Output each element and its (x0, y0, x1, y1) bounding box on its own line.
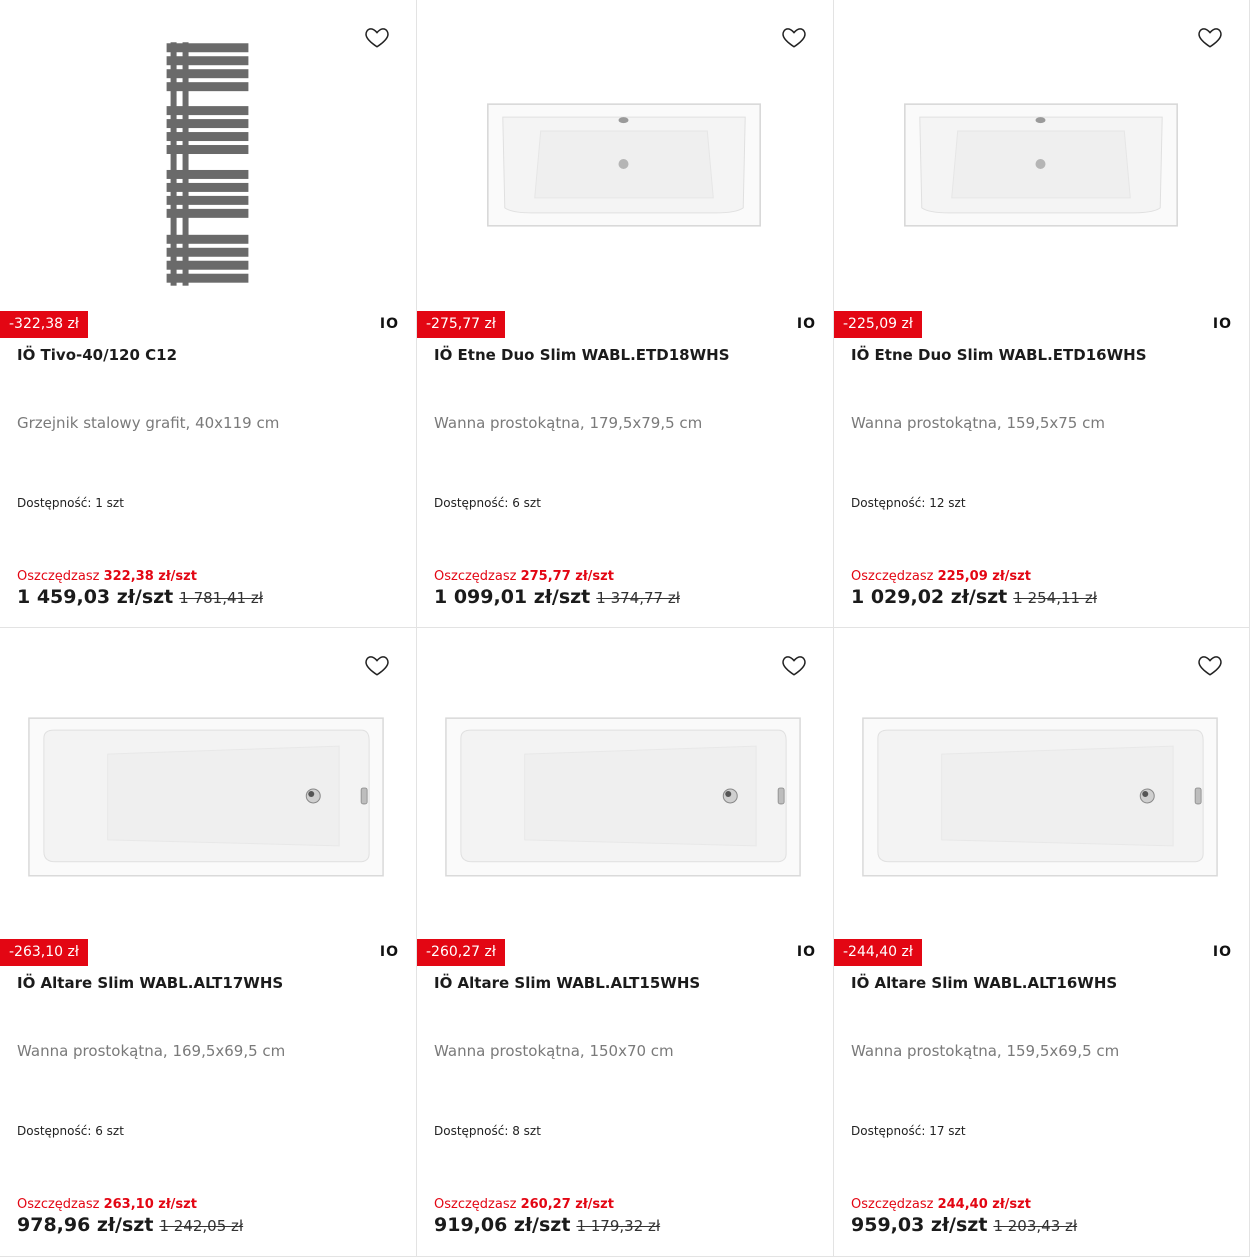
price-row: 1 099,01 zł/szt 1 374,77 zł (434, 586, 680, 608)
product-description: Wanna prostokątna, 150x70 cm (434, 1042, 674, 1060)
savings-label: Oszczędzasz (17, 1197, 100, 1212)
product-card[interactable]: -260,27 zł IO IÖ Altare Slim WABL.ALT15W… (417, 628, 834, 1257)
discount-badge: -263,10 zł (0, 939, 88, 966)
current-price: 1 029,02 zł/szt (851, 586, 1008, 608)
product-description: Grzejnik stalowy grafit, 40x119 cm (17, 414, 280, 432)
availability-text: Dostępność: 6 szt (434, 496, 541, 510)
product-image-bathtub[interactable] (834, 628, 1249, 938)
savings-text: Oszczędzasz 244,40 zł/szt (851, 1197, 1031, 1212)
product-title[interactable]: IÖ Tivo-40/120 C12 (17, 346, 400, 364)
savings-text: Oszczędzasz 260,27 zł/szt (434, 1197, 614, 1212)
discount-badge: -244,40 zł (834, 939, 922, 966)
product-title[interactable]: IÖ Altare Slim WABL.ALT15WHS (434, 974, 817, 992)
discount-badge: -260,27 zł (417, 939, 505, 966)
price-row: 1 029,02 zł/szt 1 254,11 zł (851, 586, 1097, 608)
price-row: 919,06 zł/szt 1 179,32 zł (434, 1214, 660, 1236)
savings-text: Oszczędzasz 225,09 zł/szt (851, 569, 1031, 584)
old-price: 1 179,32 zł (576, 1217, 661, 1235)
product-card[interactable]: -263,10 zł IO IÖ Altare Slim WABL.ALT17W… (0, 628, 417, 1257)
savings-amount: 225,09 zł/szt (937, 569, 1031, 584)
product-card[interactable]: -225,09 zł IO IÖ Etne Duo Slim WABL.ETD1… (834, 0, 1250, 628)
savings-text: Oszczędzasz 322,38 zł/szt (17, 569, 197, 584)
availability-text: Dostępność: 17 szt (851, 1124, 966, 1138)
product-description: Wanna prostokątna, 169,5x69,5 cm (17, 1042, 286, 1060)
product-card[interactable]: -244,40 zł IO IÖ Altare Slim WABL.ALT16W… (834, 628, 1250, 1257)
savings-label: Oszczędzasz (851, 1197, 934, 1212)
product-grid: -322,38 zł IO IÖ Tivo-40/120 C12 Grzejni… (0, 0, 1250, 1257)
product-description: Wanna prostokątna, 179,5x79,5 cm (434, 414, 703, 432)
brand-logo: IO (796, 316, 816, 332)
savings-amount: 244,40 zł/szt (937, 1197, 1031, 1212)
product-title[interactable]: IÖ Altare Slim WABL.ALT16WHS (851, 974, 1233, 992)
old-price: 1 242,05 zł (159, 1217, 244, 1235)
availability-text: Dostępność: 8 szt (434, 1124, 541, 1138)
product-image-bathtub[interactable] (834, 0, 1249, 310)
heart-icon[interactable] (781, 652, 807, 678)
savings-label: Oszczędzasz (434, 1197, 517, 1212)
product-image-bathtub[interactable] (417, 0, 833, 310)
product-description: Wanna prostokątna, 159,5x75 cm (851, 414, 1105, 432)
heart-icon[interactable] (781, 24, 807, 50)
discount-badge: -225,09 zł (834, 311, 922, 338)
product-title[interactable]: IÖ Altare Slim WABL.ALT17WHS (17, 974, 400, 992)
current-price: 978,96 zł/szt (17, 1214, 154, 1236)
brand-logo: IO (1212, 316, 1232, 332)
product-title[interactable]: IÖ Etne Duo Slim WABL.ETD18WHS (434, 346, 817, 364)
savings-amount: 263,10 zł/szt (103, 1197, 197, 1212)
savings-amount: 322,38 zł/szt (103, 569, 197, 584)
product-image-radiator[interactable] (0, 0, 416, 310)
old-price: 1 254,11 zł (1013, 589, 1097, 607)
current-price: 1 459,03 zł/szt (17, 586, 174, 608)
savings-label: Oszczędzasz (17, 569, 100, 584)
current-price: 1 099,01 zł/szt (434, 586, 591, 608)
current-price: 919,06 zł/szt (434, 1214, 571, 1236)
availability-text: Dostępność: 12 szt (851, 496, 966, 510)
savings-amount: 275,77 zł/szt (520, 569, 614, 584)
current-price: 959,03 zł/szt (851, 1214, 988, 1236)
availability-text: Dostępność: 1 szt (17, 496, 124, 510)
product-card[interactable]: -322,38 zł IO IÖ Tivo-40/120 C12 Grzejni… (0, 0, 417, 628)
heart-icon[interactable] (1197, 652, 1223, 678)
product-image-bathtub[interactable] (0, 628, 416, 938)
savings-label: Oszczędzasz (851, 569, 934, 584)
product-title[interactable]: IÖ Etne Duo Slim WABL.ETD16WHS (851, 346, 1233, 364)
brand-logo: IO (379, 944, 399, 960)
product-card[interactable]: -275,77 zł IO IÖ Etne Duo Slim WABL.ETD1… (417, 0, 834, 628)
brand-logo: IO (379, 316, 399, 332)
old-price: 1 374,77 zł (596, 589, 680, 607)
product-image-bathtub[interactable] (417, 628, 833, 938)
old-price: 1 203,43 zł (993, 1217, 1078, 1235)
heart-icon[interactable] (364, 652, 390, 678)
availability-text: Dostępność: 6 szt (17, 1124, 124, 1138)
brand-logo: IO (796, 944, 816, 960)
discount-badge: -322,38 zł (0, 311, 88, 338)
savings-text: Oszczędzasz 275,77 zł/szt (434, 569, 614, 584)
price-row: 1 459,03 zł/szt 1 781,41 zł (17, 586, 263, 608)
price-row: 959,03 zł/szt 1 203,43 zł (851, 1214, 1077, 1236)
product-description: Wanna prostokątna, 159,5x69,5 cm (851, 1042, 1120, 1060)
savings-amount: 260,27 zł/szt (520, 1197, 614, 1212)
savings-label: Oszczędzasz (434, 569, 517, 584)
discount-badge: -275,77 zł (417, 311, 505, 338)
savings-text: Oszczędzasz 263,10 zł/szt (17, 1197, 197, 1212)
old-price: 1 781,41 zł (179, 589, 263, 607)
heart-icon[interactable] (364, 24, 390, 50)
brand-logo: IO (1212, 944, 1232, 960)
heart-icon[interactable] (1197, 24, 1223, 50)
price-row: 978,96 zł/szt 1 242,05 zł (17, 1214, 243, 1236)
